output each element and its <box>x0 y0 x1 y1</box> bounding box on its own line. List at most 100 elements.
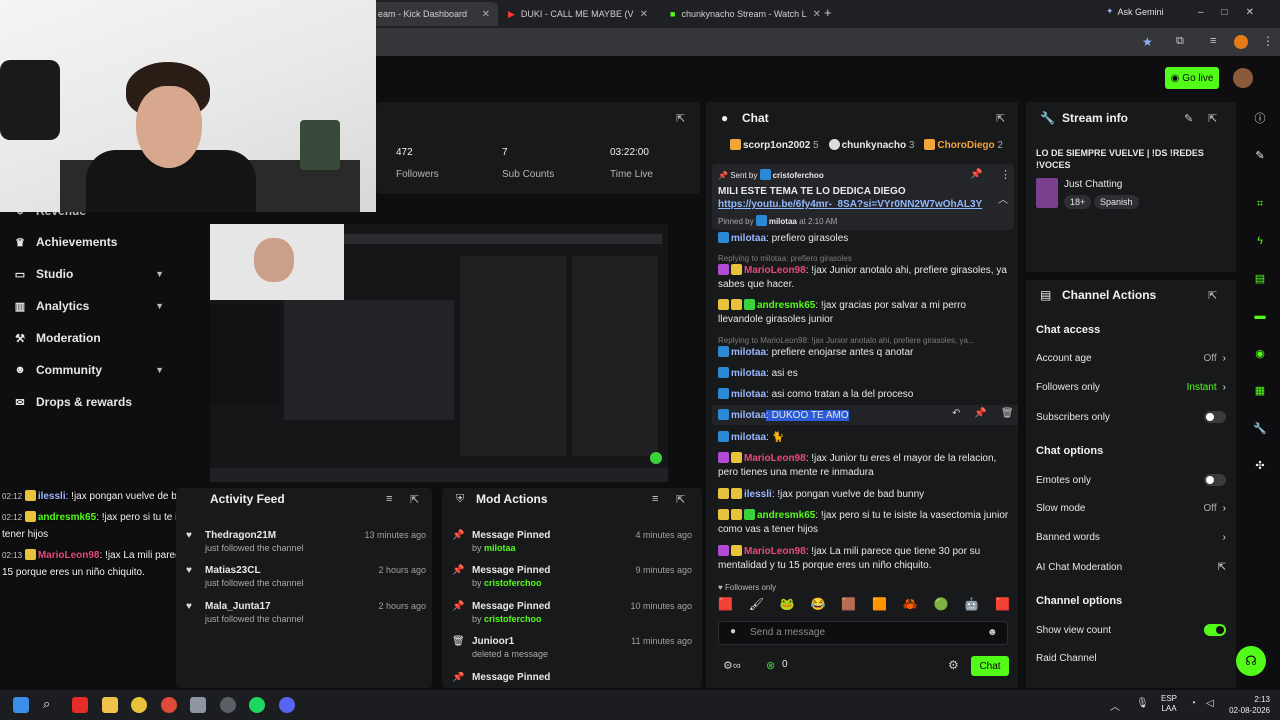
emote-icon[interactable]: 🟢 <box>934 597 949 615</box>
chat-message[interactable]: milotaa: asi como tratan a la del proces… <box>718 388 1010 402</box>
broadcast-icon[interactable]: ◉ <box>1250 343 1270 363</box>
popout-icon[interactable]: ⇱ <box>410 493 419 506</box>
chat-message[interactable]: milotaa: asi es <box>718 367 1010 381</box>
chat-message[interactable]: milotaa: prefiero girasoles <box>718 232 1010 246</box>
show-view-count-toggle[interactable] <box>1204 624 1226 636</box>
extensions-icon[interactable]: ⧉ <box>1176 35 1184 48</box>
chat-send-button[interactable]: Chat <box>971 656 1009 676</box>
popout-icon[interactable]: ⇱ <box>1208 112 1217 125</box>
chevron-up-icon[interactable]: ︿ <box>998 191 1008 206</box>
close-tab-icon[interactable]: ✕ <box>813 9 821 20</box>
puzzle-icon[interactable]: ✣ <box>1250 455 1270 475</box>
chat-message[interactable]: MarioLeon98: !jax La mili parece que tie… <box>718 545 1010 573</box>
subscribers-only-toggle[interactable] <box>1204 411 1226 423</box>
sidebar-item-studio[interactable]: ▭ Studio ▼ <box>14 267 164 281</box>
discord-icon[interactable] <box>279 697 295 713</box>
wrench-icon[interactable]: 🔧 <box>1250 418 1270 438</box>
chat-message[interactable]: MarioLeon98: !jax Junior anotalo ahi, pr… <box>718 264 1010 292</box>
emote-icon[interactable]: 🦀 <box>903 597 918 615</box>
pinned-link[interactable]: https://youtu.be/6fy4mr-_8SA?si=VYr0NN2W… <box>718 199 982 210</box>
profile-icon[interactable] <box>1234 35 1248 49</box>
browser-tab-duki[interactable]: ▶ DUKI - CALL ME MAYBE (V ✕ <box>500 2 656 26</box>
category-name[interactable]: Just Chatting <box>1064 179 1122 190</box>
gear-icon[interactable]: ⚙ <box>948 658 959 672</box>
star-icon[interactable]: ★ <box>1142 35 1153 49</box>
close-tab-icon[interactable]: ✕ <box>482 9 490 20</box>
chat-message[interactable]: ilessli: !jax pongan vuelve de bad bunny <box>718 488 1010 502</box>
popout-icon[interactable]: ⇱ <box>1208 289 1217 302</box>
chevron-up-icon[interactable]: ︿ <box>1110 698 1120 713</box>
sidebar-item-moderation[interactable]: ⚒ Moderation <box>14 331 164 345</box>
slow-mode-row[interactable]: Slow mode Off › <box>1036 503 1226 514</box>
emote-icon[interactable]: 🟧 <box>872 597 887 615</box>
volume-icon[interactable]: ◁ <box>1206 698 1214 709</box>
windows-start-icon[interactable] <box>13 697 29 713</box>
obs-icon[interactable] <box>220 697 236 713</box>
emote-bar[interactable]: 🟥 🖌 🐸 😂 🟫 🟧 🦀 🟢 🤖 🟥 <box>718 597 1010 615</box>
filter-icon[interactable]: ≡ <box>652 493 658 505</box>
lightning-icon[interactable]: ϟ <box>1250 231 1270 251</box>
emote-icon[interactable]: 🟥 <box>718 597 733 615</box>
stream-preview[interactable] <box>210 224 668 482</box>
account-age-row[interactable]: Account age Off › <box>1036 353 1226 364</box>
browser-tab-chunkynacho[interactable]: ■ chunkynacho Stream - Watch L ✕ <box>662 2 822 26</box>
more-icon[interactable]: ⋮ <box>1000 168 1011 181</box>
avatar[interactable] <box>1233 68 1253 88</box>
sidebar-item-community[interactable]: ☻ Community ▼ <box>14 363 164 377</box>
help-chat-icon[interactable]: ☊ <box>1236 646 1266 676</box>
chrome-active-icon[interactable] <box>161 697 177 713</box>
emote-icon[interactable]: 🟥 <box>995 597 1010 615</box>
media-icon[interactable]: ≡ <box>1210 35 1216 47</box>
popout-icon[interactable]: ⇱ <box>676 112 685 125</box>
browser-tab-kick-dashboard[interactable]: eam - Kick Dashboard ✕ <box>370 2 498 26</box>
pin-icon[interactable]: 📌 <box>970 169 982 180</box>
chat-message[interactable]: andresmk65: !jax gracias por salvar a mi… <box>718 299 1010 327</box>
emote-icon[interactable]: 🐸 <box>780 597 795 615</box>
sidebar-item-analytics[interactable]: ▥ Analytics ▼ <box>14 299 164 313</box>
emote-icon[interactable]: 🖌 <box>749 597 764 615</box>
filter-icon[interactable]: ≡ <box>386 493 392 505</box>
followers-only-row[interactable]: Followers only Instant › <box>1036 382 1226 393</box>
banned-words-row[interactable]: Banned words › <box>1036 532 1226 543</box>
chat-input[interactable]: Send a message <box>750 627 825 638</box>
mic-icon[interactable]: 🎙 <box>1136 698 1149 709</box>
sidebar-item-drops[interactable]: ✉ Drops & rewards <box>14 395 164 409</box>
emotes-only-toggle[interactable] <box>1204 474 1226 486</box>
wifi-icon[interactable]: ◔ <box>1190 698 1196 709</box>
layout-icon[interactable]: ▦ <box>1250 380 1270 400</box>
popout-icon[interactable]: ⇱ <box>996 112 1005 125</box>
settings-app-icon[interactable] <box>190 697 206 713</box>
clock[interactable]: 2:13 02-08-2026 <box>1222 694 1270 716</box>
new-tab-icon[interactable]: + <box>824 5 832 20</box>
emote-icon[interactable]: 🟫 <box>841 597 856 615</box>
document-icon[interactable]: ▤ <box>1250 268 1270 288</box>
raid-channel-row[interactable]: Raid Channel <box>1036 653 1226 664</box>
emote-icon[interactable]: 😂 <box>811 597 826 615</box>
window-controls[interactable]: –□✕ <box>1198 7 1272 18</box>
ask-gemini-button[interactable]: ✦ Ask Gemini <box>1106 6 1164 17</box>
chrome-icon[interactable] <box>131 697 147 713</box>
settings-icon[interactable]: ⚙∞ <box>723 659 741 672</box>
chat-message[interactable]: andresmk65: !jax pero si tu te isiste la… <box>718 509 1010 537</box>
search-icon[interactable]: ⌕ <box>43 696 50 712</box>
folder-icon[interactable] <box>102 697 118 713</box>
close-tab-icon[interactable]: ✕ <box>640 9 648 20</box>
info-icon[interactable]: ⓘ <box>1250 108 1270 128</box>
edit-icon[interactable]: ✎ <box>1184 112 1193 125</box>
crop-icon[interactable]: ⌗ <box>1250 194 1270 214</box>
sidebar-item-achievements[interactable]: ♛ Achievements <box>14 235 164 249</box>
chat-message[interactable]: milotaa: prefiere enojarse antes q anota… <box>718 346 1010 360</box>
popout-icon[interactable]: ⇱ <box>676 493 685 506</box>
ai-moderation-row[interactable]: AI Chat Moderation ⇱ <box>1036 562 1226 573</box>
spotify-icon[interactable] <box>249 697 265 713</box>
chat-message[interactable]: milotaa: 🐈 <box>718 431 1010 445</box>
pencil-icon[interactable]: ✎ <box>1250 145 1270 165</box>
emoji-icon[interactable]: ☻ <box>987 627 998 638</box>
chat-message[interactable]: MarioLeon98: !jax Junior tu eres el mayo… <box>718 452 1010 480</box>
emote-icon[interactable]: 🤖 <box>964 597 979 615</box>
message-actions[interactable]: ↶📌🗑 <box>952 408 1028 419</box>
go-live-button[interactable]: ◉ Go live <box>1165 67 1219 89</box>
menu-icon[interactable]: ⋮ <box>1262 34 1274 48</box>
language-indicator[interactable]: ESP LAA <box>1161 694 1177 714</box>
chat-icon[interactable]: ▬ <box>1250 306 1270 326</box>
